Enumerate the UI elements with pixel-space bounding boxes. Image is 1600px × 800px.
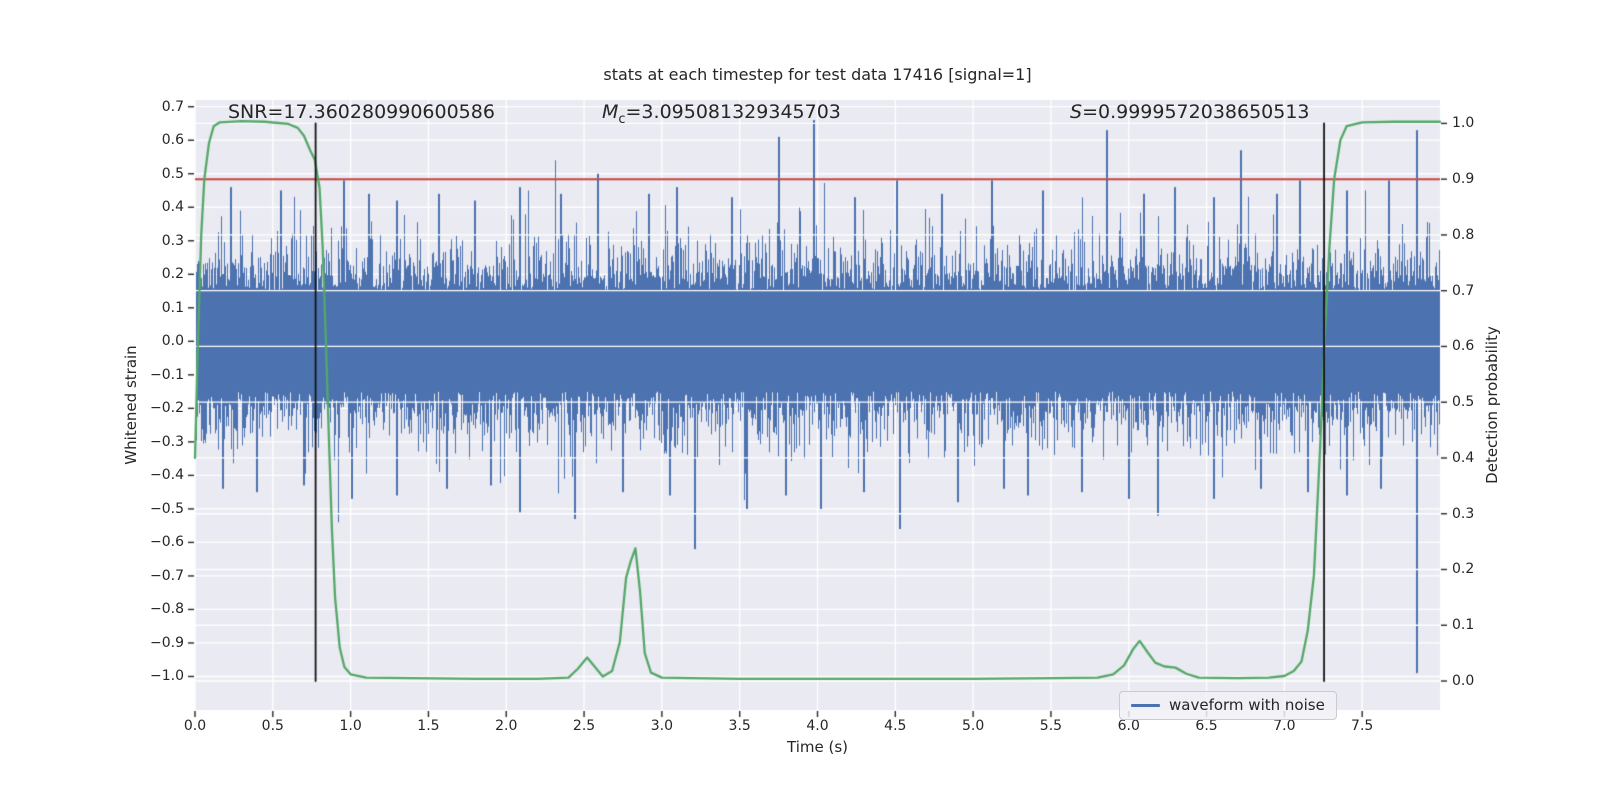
x-tick-label: 5.5 bbox=[1039, 718, 1063, 734]
y-tick-label-left: −0.5 bbox=[150, 500, 184, 517]
y-tick-label-right: 0.6 bbox=[1452, 338, 1475, 355]
y-tick-label-left: −0.7 bbox=[150, 567, 184, 584]
y-tick-label-right: 0.9 bbox=[1452, 171, 1475, 188]
x-axis-label: Time (s) bbox=[787, 738, 848, 756]
x-tick-label: 5.0 bbox=[961, 718, 985, 734]
annotation-chirp-mass-prefix: M bbox=[602, 101, 619, 123]
annotation-snr: SNR=17.360280990600586 bbox=[228, 101, 495, 127]
x-tick-label: 3.0 bbox=[650, 718, 673, 734]
y-tick-label-left: 0.1 bbox=[161, 299, 184, 316]
y-tick-label-left: 0.2 bbox=[161, 266, 184, 283]
annotation-statistic: S=0.9999572038650513 bbox=[1070, 101, 1310, 127]
chart-title: stats at each timestep for test data 174… bbox=[603, 65, 1032, 84]
y-tick-label-left: −0.2 bbox=[150, 400, 184, 417]
figure: stats at each timestep for test data 174… bbox=[0, 0, 1600, 800]
y-tick-label-right: 0.7 bbox=[1452, 282, 1475, 299]
y-tick-label-right: 0.1 bbox=[1452, 617, 1475, 634]
x-tick-label: 2.5 bbox=[572, 718, 596, 734]
y-tick-label-right: 0.4 bbox=[1452, 449, 1475, 466]
x-tick-label: 0.5 bbox=[261, 718, 284, 734]
x-tick-label: 6.0 bbox=[1117, 718, 1140, 734]
y-tick-label-left: −0.4 bbox=[150, 467, 184, 484]
annotation-statistic-value: =0.9999572038650513 bbox=[1082, 101, 1310, 123]
x-tick-label: 1.0 bbox=[339, 718, 362, 734]
y-tick-label-right: 1.0 bbox=[1452, 115, 1475, 132]
x-tick-label: 7.0 bbox=[1273, 718, 1296, 734]
annotation-chirp-mass: Mc=3.095081329345703 bbox=[602, 101, 841, 127]
y-tick-label-left: 0.5 bbox=[161, 165, 184, 182]
legend: waveform with noise bbox=[1119, 691, 1337, 720]
y-tick-label-left: 0.0 bbox=[161, 333, 184, 350]
legend-line-swatch bbox=[1131, 703, 1160, 707]
x-tick-label: 2.0 bbox=[495, 718, 518, 734]
annotation-chirp-mass-value: =3.095081329345703 bbox=[625, 101, 841, 123]
x-tick-label: 4.5 bbox=[884, 718, 907, 734]
y-tick-label-right: 0.3 bbox=[1452, 505, 1475, 522]
annotation-snr-prefix: SNR bbox=[228, 101, 268, 123]
x-tick-label: 0.0 bbox=[183, 718, 207, 734]
x-tick-label: 1.5 bbox=[417, 718, 440, 734]
y-tick-label-right: 0.0 bbox=[1452, 673, 1475, 689]
y-tick-label-left: 0.7 bbox=[161, 98, 184, 115]
annotation-snr-value: =17.360280990600586 bbox=[267, 101, 495, 123]
y-tick-label-right: 0.8 bbox=[1452, 226, 1475, 243]
y-tick-label-right: 0.5 bbox=[1452, 394, 1475, 411]
y-tick-label-left: 0.4 bbox=[161, 199, 184, 216]
y-tick-label-left: 0.3 bbox=[161, 232, 184, 249]
x-tick-label: 6.5 bbox=[1195, 718, 1218, 734]
x-tick-label: 7.5 bbox=[1351, 718, 1374, 734]
y-tick-label-left: 0.6 bbox=[161, 132, 184, 149]
y-tick-label-left: −0.9 bbox=[150, 634, 184, 651]
y-tick-label-right: 0.2 bbox=[1452, 561, 1475, 578]
annotation-statistic-prefix: S bbox=[1070, 101, 1083, 123]
y-tick-label-left: −0.8 bbox=[150, 601, 184, 618]
legend-label: waveform with noise bbox=[1169, 696, 1325, 714]
x-tick-label: 4.0 bbox=[806, 718, 829, 734]
y-tick-label-left: −1.0 bbox=[150, 668, 184, 685]
x-tick-label: 3.5 bbox=[728, 718, 751, 734]
y-tick-label-left: −0.6 bbox=[150, 534, 184, 551]
y-tick-label-left: −0.1 bbox=[150, 366, 184, 383]
annotation-chirp-mass-subscript: c bbox=[618, 111, 626, 127]
y-tick-label-left: −0.3 bbox=[150, 433, 184, 450]
